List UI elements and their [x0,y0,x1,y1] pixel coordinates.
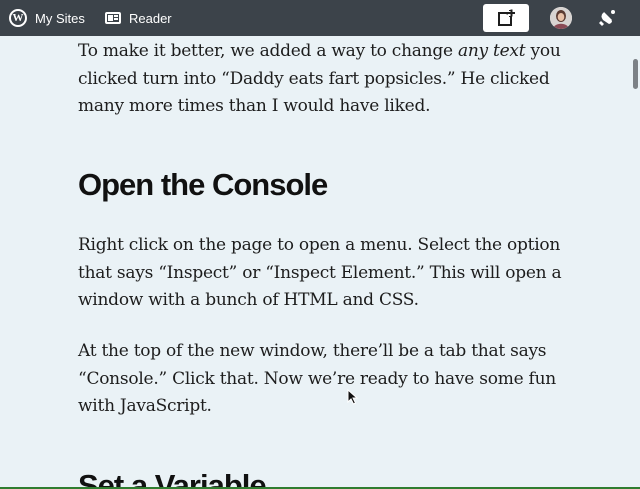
masterbar: W My Sites Reader [0,0,640,36]
paragraph-right-click: Right click on the page to open a menu. … [78,235,562,310]
wordpress-logo-icon: W [9,9,27,27]
my-sites-label: My Sites [35,10,85,26]
paragraph-intro-start: To make it better, we added a way to cha… [78,41,458,61]
reader-icon [105,12,121,24]
write-post-button[interactable] [483,4,529,32]
user-avatar[interactable] [550,7,572,29]
my-sites-button[interactable]: W My Sites [9,0,85,36]
mouse-cursor-icon [347,389,359,405]
write-post-icon [498,9,515,26]
reader-button[interactable]: Reader [105,0,172,36]
notifications-button[interactable] [598,9,616,27]
avatar-image [550,7,572,29]
heading-set-a-variable: Set a Variable [78,468,267,489]
paragraph-intro: To make it better, we added a way to cha… [78,38,568,121]
emphasis-any-text: any text [457,41,526,61]
reader-label: Reader [129,10,172,26]
scrollbar-thumb[interactable] [633,59,638,89]
heading-open-the-console: Open the Console [78,167,328,202]
notifications-bell-icon [599,10,615,26]
paragraph-console-tab: At the top of the new window, there’ll b… [78,341,556,416]
